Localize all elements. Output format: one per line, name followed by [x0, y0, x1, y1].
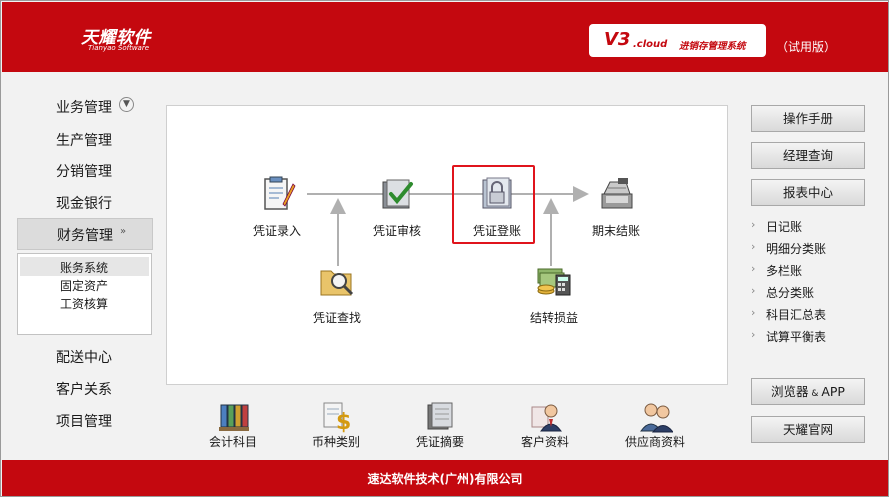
flow-node-label: 凭证查找	[312, 311, 361, 325]
nav-cash-bank[interactable]: 现金银行	[17, 187, 153, 217]
nav-label: 现金银行	[56, 196, 112, 212]
toolbar-label: 供应商资料	[624, 435, 685, 449]
chevron-down-circle-icon[interactable]: ▼	[119, 97, 134, 112]
report-link-journal[interactable]: › 日记账	[751, 217, 871, 235]
flow-node-voucher-entry[interactable]: 凭证录入	[232, 174, 322, 244]
submenu-item-ledger[interactable]: 账务系统	[20, 257, 149, 276]
nav-business[interactable]: 业务管理 ▼	[17, 91, 153, 121]
nav-customer[interactable]: 客户关系	[17, 373, 153, 403]
submenu-item-fixed-assets[interactable]: 固定资产	[20, 275, 149, 294]
flow-canvas: 凭证录入 凭证审核 凭证登账 期末结账 凭证查找 结转损益	[166, 105, 728, 385]
chevron-right-icon: ›	[751, 218, 756, 231]
toolbar-accounting-subjects[interactable]: 会计科目	[193, 399, 273, 451]
report-link-general-ledger[interactable]: › 总分类账	[751, 283, 871, 301]
submenu-label: 固定资产	[60, 279, 109, 293]
app-label: APP	[821, 384, 845, 399]
toolbar-label: 凭证摘要	[415, 435, 464, 449]
browser-app-button[interactable]: 浏览器 & APP	[751, 378, 865, 405]
toolbar-voucher-summary[interactable]: 凭证摘要	[400, 399, 480, 451]
supplier-icon	[640, 403, 673, 433]
flow-node-voucher-audit[interactable]: 凭证审核	[352, 174, 442, 244]
chevron-right-icon: ›	[751, 328, 756, 341]
app-window: 天耀软件 Tianyao Software V3 .cloud 进销存管理系统 …	[0, 0, 889, 497]
flow-node-label: 结转损益	[529, 311, 578, 325]
submenu-label: 账务系统	[60, 261, 109, 275]
chevron-right-icon: ›	[751, 262, 756, 275]
chevron-right-icon: ›	[751, 284, 756, 297]
version-number: V3	[604, 29, 631, 50]
nav-label: 财务管理	[57, 228, 113, 244]
logo-subtitle: Tianyao Software	[88, 44, 150, 52]
flow-node-profit-loss-carryover[interactable]: 结转损益	[509, 261, 599, 331]
nav-delivery[interactable]: 配送中心	[17, 341, 153, 371]
report-link-label: 科目汇总表	[766, 308, 827, 322]
manager-query-button[interactable]: 经理查询	[751, 142, 865, 169]
trial-label: （试用版）	[776, 40, 837, 54]
flow-node-period-close[interactable]: 期末结账	[571, 174, 661, 244]
customer-icon	[531, 404, 562, 432]
system-name: 进销存管理系统	[679, 41, 746, 52]
nav-label: 配送中心	[56, 350, 112, 366]
nav-production[interactable]: 生产管理	[17, 124, 153, 154]
company-name: 速达软件技术(广州)有限公司	[367, 472, 523, 486]
report-link-subsidiary-ledger[interactable]: › 明细分类账	[751, 239, 871, 257]
flow-node-label: 期末结账	[591, 224, 640, 238]
selected-node-highlight	[452, 165, 535, 244]
flow-node-label: 凭证录入	[252, 224, 301, 238]
version-badge: V3 .cloud 进销存管理系统	[589, 24, 766, 57]
footer-bar: 速达软件技术(广州)有限公司	[2, 460, 888, 496]
submenu-item-payroll[interactable]: 工资核算	[20, 293, 149, 312]
nav-project[interactable]: 项目管理	[17, 405, 153, 435]
chevron-down-icon: »	[120, 226, 127, 237]
submenu-label: 工资核算	[60, 297, 109, 311]
report-link-label: 明细分类账	[766, 242, 827, 256]
nav-label: 项目管理	[56, 414, 112, 430]
flow-node-label: 凭证审核	[372, 224, 421, 238]
report-link-label: 总分类账	[766, 286, 815, 300]
report-link-trial-balance[interactable]: › 试算平衡表	[751, 327, 871, 345]
folder-check-icon	[382, 179, 413, 209]
version-cloud: .cloud	[633, 39, 668, 50]
svg-text:$: $	[336, 410, 351, 433]
folder-search-icon	[320, 270, 354, 296]
chevron-right-icon: ›	[751, 306, 756, 319]
official-site-button[interactable]: 天耀官网	[751, 416, 865, 443]
flow-node-voucher-search[interactable]: 凭证查找	[292, 261, 382, 331]
nav-label: 分销管理	[56, 164, 112, 180]
binders-icon	[219, 404, 249, 431]
money-calculator-icon	[537, 268, 571, 296]
toolbar-currency[interactable]: $ 币种类别	[296, 399, 376, 451]
cash-register-icon	[601, 178, 633, 209]
report-center-button[interactable]: 报表中心	[751, 179, 865, 206]
toolbar-customer-info[interactable]: 客户资料	[505, 399, 585, 451]
header-bar: 天耀软件 Tianyao Software V3 .cloud 进销存管理系统 …	[2, 2, 888, 72]
report-link-account-summary[interactable]: › 科目汇总表	[751, 305, 871, 323]
ampersand: &	[808, 389, 822, 399]
nav-label: 业务管理	[56, 100, 112, 116]
nav-label: 客户关系	[56, 382, 112, 398]
browser-label: 浏览器	[771, 384, 809, 399]
toolbar-supplier-info[interactable]: 供应商资料	[615, 399, 695, 451]
manual-button[interactable]: 操作手册	[751, 105, 865, 132]
toolbar-label: 会计科目	[208, 435, 257, 449]
toolbar-label: 客户资料	[520, 435, 569, 449]
report-link-label: 试算平衡表	[766, 330, 827, 344]
clipboard-pen-icon	[264, 176, 296, 210]
report-link-multi-column[interactable]: › 多栏账	[751, 261, 871, 279]
nav-finance[interactable]: 财务管理 »	[17, 218, 153, 250]
report-link-label: 日记账	[766, 220, 803, 234]
finance-submenu: 账务系统 固定资产 工资核算	[17, 253, 152, 335]
nav-distribution[interactable]: 分销管理	[17, 155, 153, 185]
chevron-right-icon: ›	[751, 240, 756, 253]
report-link-label: 多栏账	[766, 264, 803, 278]
document-stack-icon	[427, 402, 453, 430]
currency-icon: $	[323, 402, 351, 433]
flow-connectors	[307, 186, 589, 266]
toolbar-label: 币种类别	[311, 435, 360, 449]
nav-label: 生产管理	[56, 133, 112, 149]
